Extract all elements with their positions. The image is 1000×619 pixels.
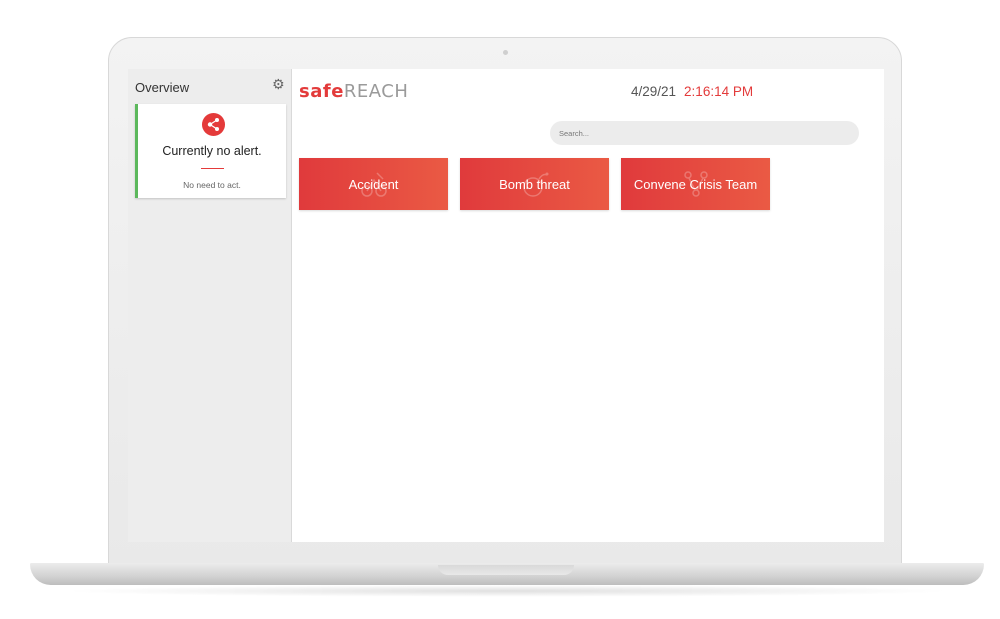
search-input[interactable] bbox=[550, 121, 859, 145]
sidebar: Overview ⚙ Currently no alert. No need t… bbox=[128, 69, 292, 542]
laptop-shadow bbox=[60, 585, 954, 597]
logo-reach: REACH bbox=[343, 81, 409, 102]
alert-title: Currently no alert. bbox=[162, 144, 262, 158]
alert-subtitle: No need to act. bbox=[183, 180, 241, 190]
convene-crisis-team-button-label: Convene Crisis Team bbox=[633, 176, 758, 192]
alert-status-card[interactable]: Currently no alert. No need to act. bbox=[135, 104, 286, 198]
laptop-base-notch bbox=[438, 565, 574, 575]
safereach-logo: safeREACH bbox=[299, 81, 408, 102]
bomb-threat-button-label: Bomb threat bbox=[499, 176, 570, 192]
accident-button[interactable]: Accident bbox=[299, 158, 448, 210]
gear-icon[interactable]: ⚙ bbox=[272, 78, 286, 92]
convene-crisis-team-button[interactable]: Convene Crisis Team bbox=[621, 158, 770, 210]
share-network-icon bbox=[202, 113, 225, 136]
camera-dot bbox=[503, 50, 508, 55]
accident-button-label: Accident bbox=[348, 176, 399, 192]
sidebar-title: Overview bbox=[135, 80, 190, 95]
date-time: 4/29/21 2:16:14 PM bbox=[631, 84, 753, 99]
current-time: 2:16:14 PM bbox=[684, 84, 754, 99]
current-date: 4/29/21 bbox=[631, 84, 677, 99]
logo-safe: safe bbox=[299, 81, 344, 102]
bomb-threat-button[interactable]: Bomb threat bbox=[460, 158, 609, 210]
alert-divider bbox=[201, 168, 224, 169]
app-screen: Overview ⚙ Currently no alert. No need t… bbox=[128, 69, 884, 542]
